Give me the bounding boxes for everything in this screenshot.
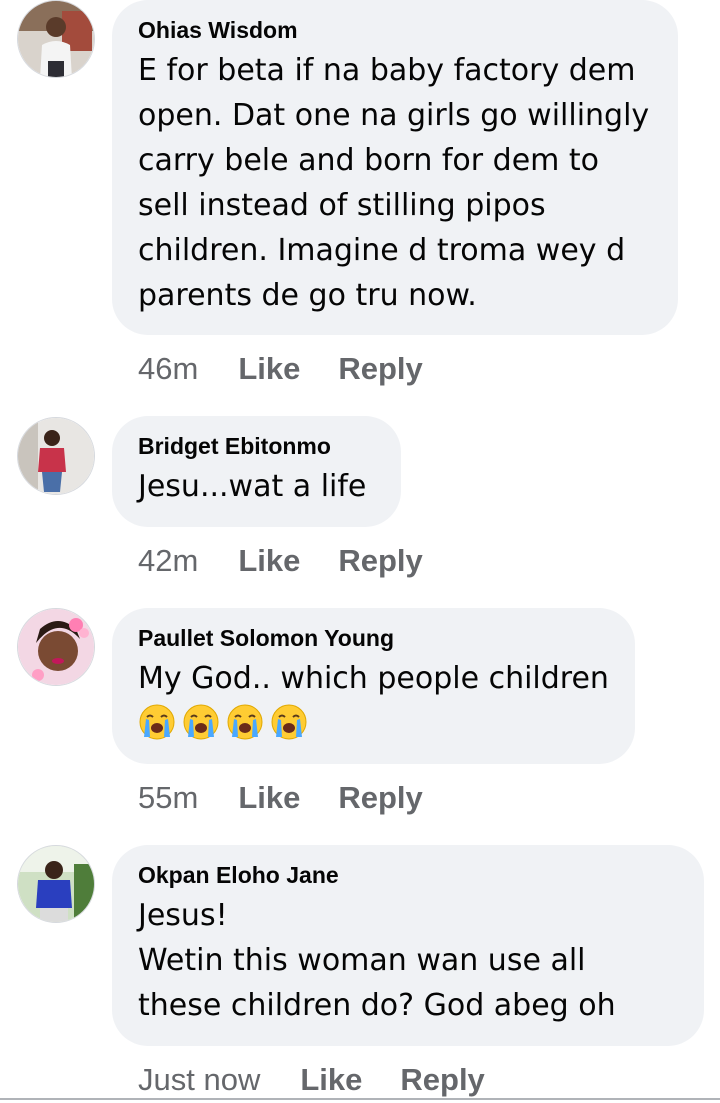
comment-bubble: Okpan Eloho Jane Jesus! Wetin this woman… [112,845,704,1046]
comment-timestamp[interactable]: 42m [138,543,198,579]
comment-actions: 55m Like Reply [138,780,423,816]
comment-actions: Just now Like Reply [138,1062,485,1098]
reply-button[interactable]: Reply [400,1062,484,1098]
avatar[interactable] [17,417,95,495]
comment-author[interactable]: Okpan Eloho Jane [138,861,678,889]
crying-face-emoji-icon [226,703,264,741]
comment-actions: 42m Like Reply [138,543,423,579]
crying-face-emoji-icon [138,703,176,741]
comment-bubble: Paullet Solomon Young My God.. which peo… [112,608,635,764]
comment-author[interactable]: Ohias Wisdom [138,16,652,44]
comment-author[interactable]: Bridget Ebitonmo [138,432,375,460]
comment-timestamp[interactable]: 46m [138,351,198,387]
comment-timestamp[interactable]: Just now [138,1062,260,1098]
like-button[interactable]: Like [238,543,300,579]
reply-button[interactable]: Reply [338,780,422,816]
comment-text: E for beta if na baby factory dem open. … [138,53,650,313]
comment-timestamp[interactable]: 55m [138,780,198,816]
like-button[interactable]: Like [238,780,300,816]
reply-button[interactable]: Reply [338,543,422,579]
like-button[interactable]: Like [238,351,300,387]
reply-button[interactable]: Reply [338,351,422,387]
comment-text: My God.. which people children [138,661,609,696]
comment-text: Jesus! Wetin this woman wan use all thes… [138,898,616,1023]
avatar[interactable] [17,608,95,686]
avatar[interactable] [17,845,95,923]
bottom-divider [0,1098,720,1100]
avatar[interactable] [17,0,95,78]
comment-actions: 46m Like Reply [138,351,423,387]
like-button[interactable]: Like [300,1062,362,1098]
comment-author[interactable]: Paullet Solomon Young [138,624,609,652]
comment-text: Jesu...wat a life [138,469,367,504]
crying-face-emoji-icon [182,703,220,741]
crying-face-emoji-icon [270,703,308,741]
comment-bubble: Bridget Ebitonmo Jesu...wat a life [112,416,401,527]
emoji-row [138,703,609,741]
comment-bubble: Ohias Wisdom E for beta if na baby facto… [112,0,678,335]
